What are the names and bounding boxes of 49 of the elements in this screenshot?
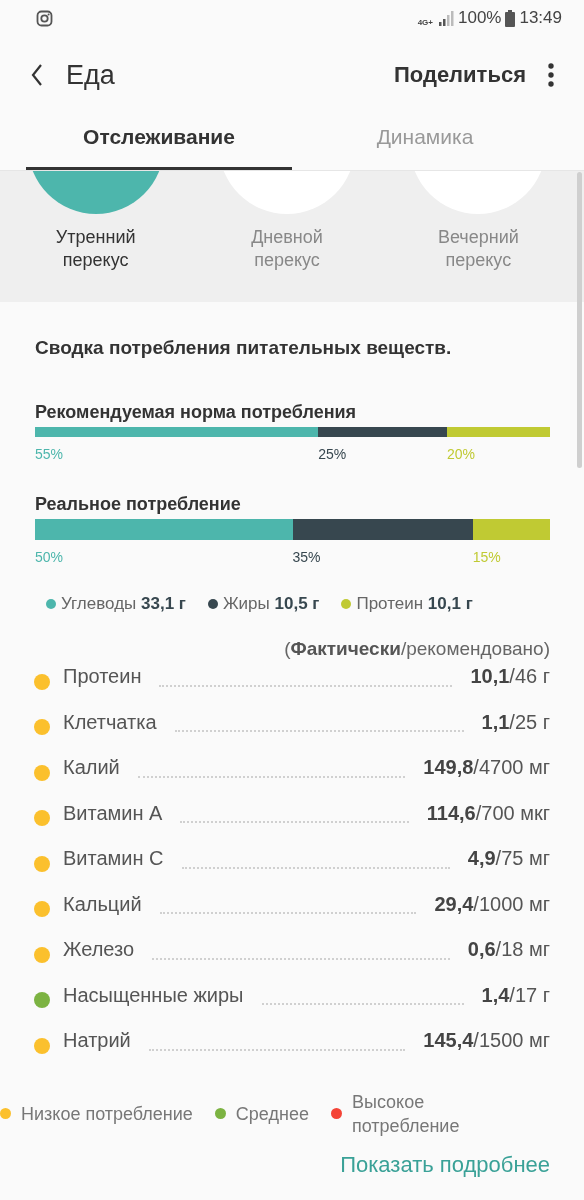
section-heading: Сводка потребления питательных веществ. bbox=[35, 337, 453, 359]
nutrient-value: 10,1/46 г bbox=[470, 665, 550, 688]
camera-app-icon bbox=[36, 9, 53, 27]
back-button[interactable] bbox=[30, 63, 44, 87]
column-note: (Фактически/рекомендовано) bbox=[283, 638, 550, 660]
nutrient-name: Калий bbox=[63, 756, 120, 779]
nutrient-value: 145,4/1500 мг bbox=[423, 1029, 550, 1052]
meal-label: Дневной перекус bbox=[250, 226, 324, 272]
back-icon bbox=[30, 63, 44, 87]
legend-label: Низкое потребление bbox=[21, 1102, 193, 1126]
meal-label: Вечерний перекус bbox=[436, 226, 520, 272]
nutrient-value: 29,4/1000 мг bbox=[434, 892, 550, 916]
battery-icon bbox=[505, 9, 516, 27]
nutrient-name: Витамин C bbox=[63, 847, 164, 870]
nutrient-value: 149,8/4700 мг bbox=[423, 756, 550, 779]
legend-text: Жиры 10,5 г bbox=[222, 594, 320, 614]
more-icon bbox=[548, 63, 554, 87]
percent-label: 35% bbox=[292, 549, 321, 565]
nutrient-name: Клетчатка bbox=[63, 710, 157, 734]
screen-title: Еда bbox=[66, 59, 116, 91]
legend-label: Среднее bbox=[235, 1102, 309, 1126]
clock: 13:49 bbox=[519, 8, 562, 28]
legend-label: Высокое потребление bbox=[351, 1090, 461, 1138]
legend-text: Углеводы 33,1 г bbox=[61, 594, 186, 614]
nutrient-name: Натрий bbox=[63, 1029, 131, 1052]
legend-text: Протеин 10,1 г bbox=[356, 594, 473, 614]
percent-label: 20% bbox=[447, 446, 476, 462]
more-options-button[interactable] bbox=[548, 63, 554, 87]
nutrient-name: Протеин bbox=[63, 665, 142, 688]
nutrient-value: 4,9/75 мг bbox=[467, 847, 550, 870]
signal-icon bbox=[438, 10, 454, 26]
nutrient-name: Насыщенные жиры bbox=[63, 983, 244, 1007]
percent-label: 15% bbox=[472, 549, 501, 565]
percent-label: 55% bbox=[35, 446, 64, 462]
percent-label: 25% bbox=[318, 446, 347, 462]
network-type: 4G+ bbox=[417, 18, 433, 27]
nutrient-value: 1,1/25 г bbox=[481, 710, 550, 734]
nutrient-name: Железо bbox=[63, 938, 135, 961]
bar-title: Рекомендуемая норма потребления bbox=[35, 402, 358, 423]
bar-title: Реальное потребление bbox=[35, 494, 242, 515]
share-button[interactable]: Поделиться bbox=[393, 62, 526, 88]
nutrient-value: 0,6/18 мг bbox=[467, 938, 550, 961]
percent-label: 50% bbox=[35, 549, 64, 565]
nutrient-name: Кальций bbox=[63, 892, 142, 916]
nutrient-name: Витамин A bbox=[63, 801, 163, 825]
nutrient-value: 114,6/700 мкг bbox=[426, 801, 550, 825]
meal-label: Утренний перекус bbox=[54, 226, 137, 272]
nutrient-value: 1,4/17 г bbox=[481, 983, 550, 1007]
battery-percent: 100% bbox=[457, 8, 502, 28]
